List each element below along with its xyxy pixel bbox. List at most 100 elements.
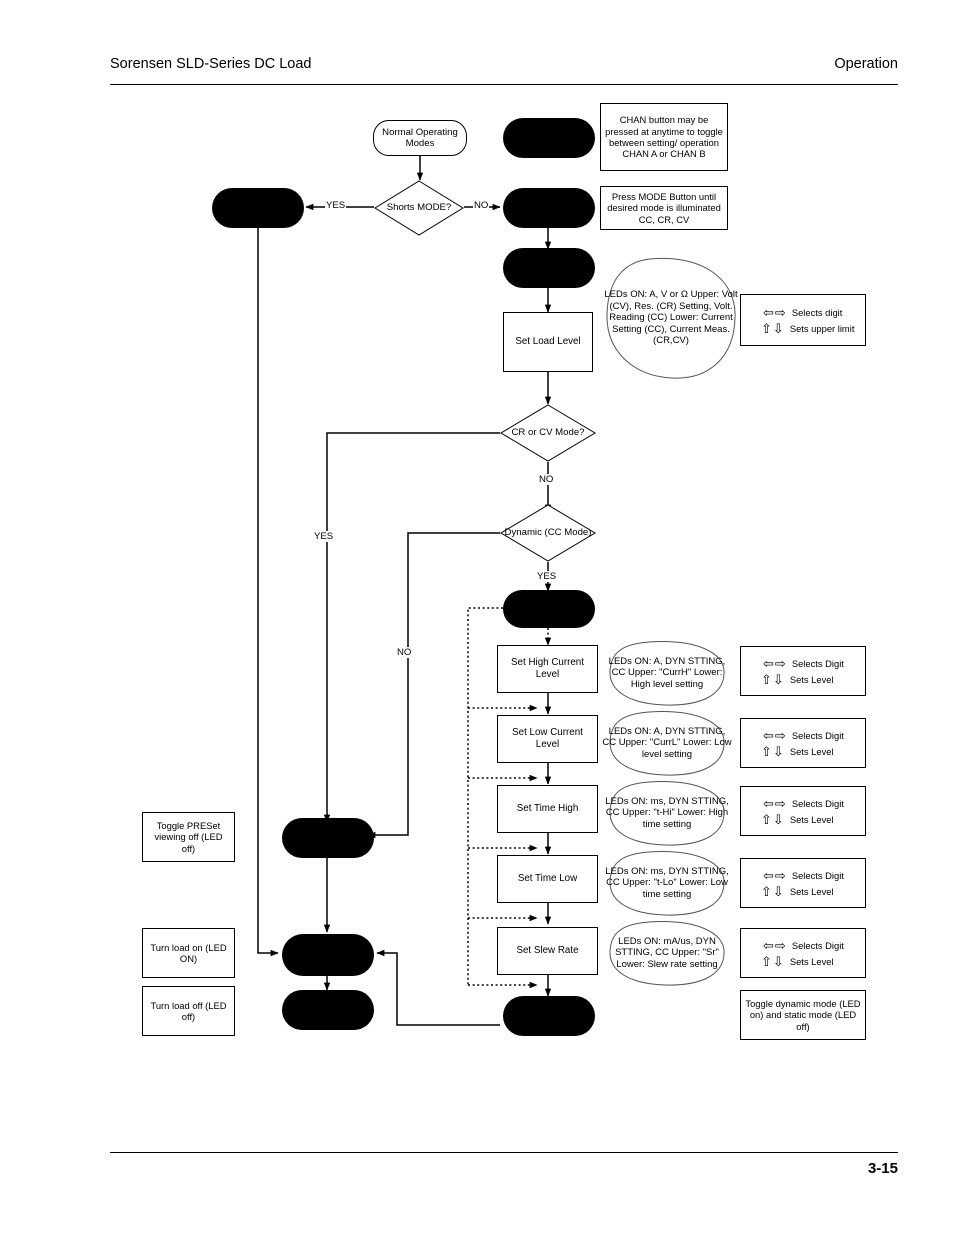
arrow-right-icon: ⇨ [774, 304, 786, 320]
arrow-up-down-icon: ⇧ ⇩ [761, 955, 784, 968]
process-set-load-level: Set Load Level [503, 312, 593, 372]
key-row-left-right: ⇦ ⇨ Selects Digit [747, 939, 859, 952]
process-set-time-low: Set Time Low [497, 855, 598, 903]
key-row-up-down: ⇧ ⇩ Sets Level [747, 813, 859, 826]
process-set-slew-rate: Set Slew Rate [497, 927, 598, 975]
key-up-down-label: Sets Level [789, 955, 834, 967]
redacted-node-dynamic [503, 590, 595, 628]
note-turn-load-off: Turn load off (LED off) [142, 986, 235, 1036]
arrow-right-icon: ⇨ [774, 867, 786, 883]
annotation-led-time-low-label: LEDs ON: ms, DYN STTING, CC Upper: "t-Lo… [605, 865, 729, 900]
arrow-up-down-icon: ⇧ ⇩ [761, 673, 784, 686]
arrow-left-icon: ⇦ [763, 655, 774, 671]
key-left-right-label: Selects Digit [791, 729, 844, 741]
arrow-left-icon: ⇦ [763, 795, 774, 811]
redacted-node-load-on [282, 934, 374, 976]
decision-dynamic-cc-mode: Dynamic (CC Mode) [500, 504, 596, 562]
annotation-led-time-low: LEDs ON: ms, DYN STTING, CC Upper: "t-Lo… [605, 850, 729, 916]
key-box-low-current: ⇦ ⇨ Selects Digit ⇧ ⇩ Sets Level [740, 718, 866, 768]
key-row-up-down: ⇧ ⇩ Sets Level [747, 885, 859, 898]
arrow-left-right-icon: ⇦ ⇨ [763, 306, 786, 319]
redacted-node-mode [503, 188, 595, 228]
process-set-time-high: Set Time High [497, 785, 598, 833]
key-row-up-down: ⇧ ⇩ Sets upper limit [747, 322, 859, 335]
key-row-left-right: ⇦ ⇨ Selects digit [747, 306, 859, 319]
decision-shorts-mode: Shorts MODE? [374, 180, 464, 236]
arrow-left-right-icon: ⇦ ⇨ [763, 729, 786, 742]
arrow-down-icon: ⇩ [772, 883, 784, 899]
terminator-normal-operating-modes: Normal Operating Modes [373, 120, 467, 156]
arrow-up-icon: ⇧ [761, 883, 772, 899]
arrow-down-icon: ⇩ [772, 320, 784, 336]
annotation-led-low-current: LEDs ON: A, DYN STTING, CC Upper: "CurrL… [602, 710, 732, 776]
annotation-led-high-current: LEDs ON: A, DYN STTING, CC Upper: "CurrH… [607, 640, 727, 706]
process-set-high-current-level: Set High Current Level [497, 645, 598, 693]
arrow-down-icon: ⇩ [772, 743, 784, 759]
key-box-time-high: ⇦ ⇨ Selects Digit ⇧ ⇩ Sets Level [740, 786, 866, 836]
annotation-led-slew-rate-label: LEDs ON: mA/us, DYN STTING, CC Upper: "S… [615, 935, 719, 970]
key-up-down-label: Sets Level [789, 813, 834, 825]
arrow-right-icon: ⇨ [774, 795, 786, 811]
arrow-down-icon: ⇩ [772, 953, 784, 969]
edge-label-shorts-yes: YES [325, 200, 347, 211]
annotation-led-time-high: LEDs ON: ms, DYN STTING, CC Upper: "t-Hi… [605, 780, 729, 846]
annotation-led-high-current-label: LEDs ON: A, DYN STTING, CC Upper: "CurrH… [608, 655, 726, 690]
arrow-up-down-icon: ⇧ ⇩ [761, 745, 784, 758]
arrow-up-icon: ⇧ [761, 743, 772, 759]
annotation-led-low-current-label: LEDs ON: A, DYN STTING, CC Upper: "CurrL… [602, 725, 732, 760]
key-row-up-down: ⇧ ⇩ Sets Level [747, 955, 859, 968]
key-row-left-right: ⇦ ⇨ Selects Digit [747, 797, 859, 810]
annotation-led-slew-rate: LEDs ON: mA/us, DYN STTING, CC Upper: "S… [607, 920, 727, 986]
key-left-right-label: Selects Digit [791, 657, 844, 669]
key-row-up-down: ⇧ ⇩ Sets Level [747, 745, 859, 758]
arrow-left-right-icon: ⇦ ⇨ [763, 939, 786, 952]
arrow-left-icon: ⇦ [763, 867, 774, 883]
arrow-left-right-icon: ⇦ ⇨ [763, 869, 786, 882]
arrow-up-icon: ⇧ [761, 320, 772, 336]
note-toggle-dynamic-mode: Toggle dynamic mode (LED on) and static … [740, 990, 866, 1040]
key-left-right-label: Selects Digit [791, 869, 844, 881]
arrow-up-down-icon: ⇧ ⇩ [761, 322, 784, 335]
arrow-left-icon: ⇦ [763, 304, 774, 320]
arrow-right-icon: ⇨ [774, 655, 786, 671]
arrow-up-down-icon: ⇧ ⇩ [761, 813, 784, 826]
decision-dynamic-cc-mode-label: Dynamic (CC Mode) [504, 527, 592, 539]
note-chan-button: CHAN button may be pressed at anytime to… [600, 103, 728, 171]
edge-label-dyn-no: NO [396, 647, 413, 658]
key-row-left-right: ⇦ ⇨ Selects Digit [747, 869, 859, 882]
arrow-down-icon: ⇩ [772, 811, 784, 827]
arrow-up-down-icon: ⇧ ⇩ [761, 885, 784, 898]
arrow-left-right-icon: ⇦ ⇨ [763, 797, 786, 810]
arrow-down-icon: ⇩ [772, 671, 784, 687]
annotation-led-load-level-label: LEDs ON: A, V or Ω Upper: Volt (CV), Res… [604, 289, 738, 347]
arrow-left-right-icon: ⇦ ⇨ [763, 657, 786, 670]
key-box-slew-rate: ⇦ ⇨ Selects Digit ⇧ ⇩ Sets Level [740, 928, 866, 978]
note-press-mode-button: Press MODE Button until desired mode is … [600, 186, 728, 230]
arrow-left-icon: ⇦ [763, 727, 774, 743]
redacted-node-mode-2 [503, 248, 595, 288]
edge-label-crcv-yes: YES [313, 531, 335, 542]
edge-label-dyn-yes: YES [536, 571, 558, 582]
key-up-down-label: Sets upper limit [789, 322, 855, 334]
key-up-down-label: Sets Level [789, 745, 834, 757]
arrow-left-icon: ⇦ [763, 937, 774, 953]
decision-cr-or-cv-mode-label: CR or CV Mode? [511, 427, 585, 439]
arrow-right-icon: ⇨ [774, 727, 786, 743]
redacted-node-chan [503, 118, 595, 158]
arrow-up-icon: ⇧ [761, 811, 772, 827]
decision-cr-or-cv-mode: CR or CV Mode? [500, 404, 596, 462]
redacted-node-load-off [282, 990, 374, 1030]
note-turn-load-on: Turn load on (LED ON) [142, 928, 235, 978]
redacted-node-shorts-yes [212, 188, 304, 228]
key-left-right-label: Selects Digit [791, 939, 844, 951]
arrow-right-icon: ⇨ [774, 937, 786, 953]
arrow-up-icon: ⇧ [761, 671, 772, 687]
process-set-low-current-level: Set Low Current Level [497, 715, 598, 763]
redacted-node-dyn-exit [503, 996, 595, 1036]
key-left-right-label: Selects Digit [791, 797, 844, 809]
key-row-left-right: ⇦ ⇨ Selects Digit [747, 657, 859, 670]
key-box-high-current: ⇦ ⇨ Selects Digit ⇧ ⇩ Sets Level [740, 646, 866, 696]
key-up-down-label: Sets Level [789, 673, 834, 685]
flowchart-connectors [257, 156, 552, 1026]
key-left-right-label: Selects digit [791, 306, 843, 318]
